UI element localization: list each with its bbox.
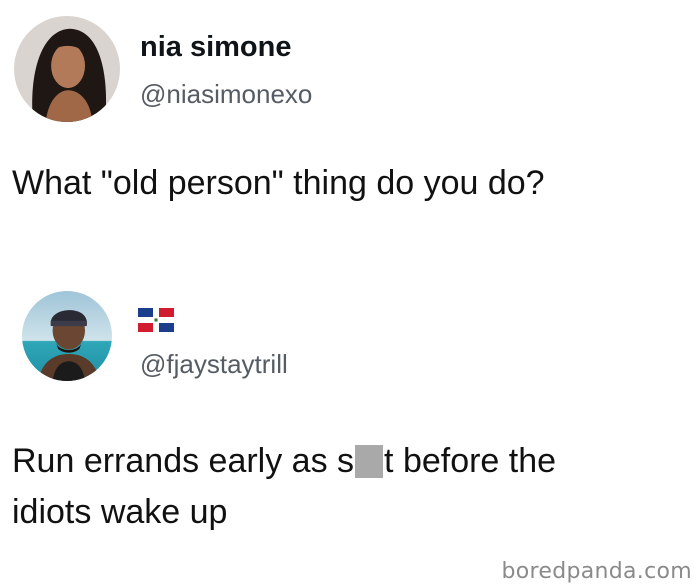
- watermark: boredpanda.com: [501, 559, 692, 584]
- author-handle[interactable]: @niasimonexo: [140, 79, 312, 109]
- post-text: Run errands early as s t before the idiot…: [12, 436, 556, 538]
- post-text-line1-end: t before the: [384, 442, 557, 480]
- avatar[interactable]: [22, 291, 112, 381]
- user-photo-icon: [14, 16, 120, 122]
- author-name[interactable]: nia simone: [140, 30, 292, 64]
- author-handle[interactable]: @fjaystaytrill: [140, 349, 288, 379]
- post-text-line2: idiots wake up: [12, 493, 228, 531]
- post-text-line1-start: Run errands early as s: [12, 442, 355, 480]
- user-photo-icon: [22, 291, 112, 381]
- post-text: What "old person" thing do you do?: [12, 164, 545, 202]
- avatar[interactable]: [14, 16, 120, 122]
- censor-box: [355, 445, 384, 478]
- dominican-republic-flag-icon: [138, 308, 174, 332]
